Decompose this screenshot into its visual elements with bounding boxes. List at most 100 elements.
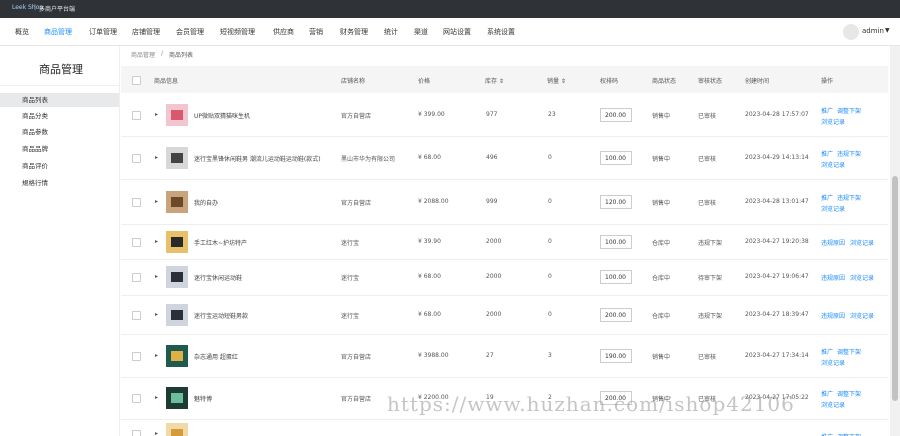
nav-item-channels[interactable]: 渠道 [414, 27, 428, 37]
shop-name: 黑山市华为有限公司 [341, 156, 396, 163]
product-name[interactable]: 迷行宝休闲运动鞋 [194, 273, 242, 282]
select-all-checkbox[interactable] [132, 76, 141, 85]
action-browse-log[interactable]: 浏览记录 [821, 204, 845, 213]
expand-icon[interactable]: ▸ [155, 154, 158, 161]
product-thumbnail[interactable] [166, 304, 188, 326]
product-thumbnail[interactable] [166, 147, 188, 169]
row-checkbox[interactable] [132, 273, 141, 282]
rank-input[interactable]: 100.00 [600, 151, 632, 165]
action-takedown[interactable]: 调整下架 [837, 106, 861, 115]
rank-input[interactable]: 120.00 [600, 195, 632, 209]
nav-item-system-settings[interactable]: 系统设置 [487, 27, 515, 37]
product-name[interactable]: 迷行宝黑锋休闲鞋男 潮流儿运动鞋运动鞋(款式) [194, 154, 321, 163]
action-takedown[interactable]: 调整下架 [837, 389, 861, 398]
action-promote[interactable]: 推广 [821, 389, 833, 398]
action-browse-log[interactable]: 浏览记录 [821, 160, 845, 169]
user-name[interactable]: admin [862, 27, 884, 35]
product-name[interactable]: 我的自办 [194, 198, 218, 207]
expand-icon[interactable]: ▸ [155, 394, 158, 401]
sidebar-item-parameters[interactable]: 商品参数 [0, 125, 119, 139]
sidebar-item-specs[interactable]: 規格行情 [0, 176, 119, 190]
rank-input[interactable]: 190.00 [600, 349, 632, 363]
product-thumbnail[interactable] [166, 266, 188, 288]
row-checkbox[interactable] [132, 154, 141, 163]
avatar[interactable] [843, 24, 859, 40]
col-sales[interactable]: 销量 ⇕ [547, 76, 566, 85]
thumbnail-graphic [171, 429, 183, 436]
chevron-down-icon[interactable]: ▼ [885, 27, 890, 34]
nav-item-orders[interactable]: 订单管理 [89, 27, 117, 37]
row-checkbox[interactable] [132, 394, 141, 403]
product-name[interactable]: 魅特博 [194, 394, 212, 403]
action-browse-log[interactable]: 浏览记录 [850, 238, 874, 247]
nav-item-overview[interactable]: 概览 [15, 27, 29, 37]
stock: 2000 [486, 238, 502, 245]
action-takedown[interactable]: 调整下架 [837, 347, 861, 356]
row-checkbox[interactable] [132, 430, 141, 436]
expand-icon[interactable]: ▸ [155, 111, 158, 118]
row-checkbox[interactable] [132, 352, 141, 361]
action-browse-log[interactable]: 浏览记录 [821, 400, 845, 409]
sidebar-item-product-list[interactable]: 商品列表 [0, 93, 119, 107]
sidebar-item-categories[interactable]: 商品分类 [0, 109, 119, 123]
action-promote[interactable]: 推广 [821, 106, 833, 115]
expand-icon[interactable]: ▸ [155, 273, 158, 280]
rank-input[interactable]: 200.00 [600, 308, 632, 322]
rank-input[interactable]: 100.00 [600, 270, 632, 284]
product-name[interactable]: 手工红木~护坊特产 [194, 238, 247, 247]
vertical-scrollbar[interactable] [890, 46, 900, 436]
action-takedown[interactable]: 违规下架 [837, 193, 861, 202]
product-status: 仓库中 [652, 313, 671, 320]
product-name[interactable]: 杂志通用 超蛋红 [194, 352, 238, 361]
nav-item-suppliers[interactable]: 供应商 [273, 27, 294, 37]
nav-item-marketing[interactable]: 营销 [309, 27, 323, 37]
breadcrumb-current: 商品列表 [169, 52, 194, 59]
product-thumbnail[interactable] [166, 104, 188, 126]
action-violation-reason[interactable]: 违规原因 [821, 273, 845, 282]
action-violation-reason[interactable]: 违规原因 [821, 311, 845, 320]
review-status: 已审核 [698, 156, 717, 163]
nav-item-short-video[interactable]: 短视频管理 [220, 27, 255, 37]
rank-input[interactable]: 100.00 [600, 235, 632, 249]
row-checkbox[interactable] [132, 311, 141, 320]
sidebar-item-brands[interactable]: 商品品牌 [0, 142, 119, 156]
expand-icon[interactable]: ▸ [155, 238, 158, 245]
action-promote[interactable]: 推广 [821, 193, 833, 202]
row-checkbox[interactable] [132, 198, 141, 207]
product-name[interactable]: 迷行宝运动短鞋男款 [194, 311, 248, 320]
action-violation-reason[interactable]: 违规原因 [821, 238, 845, 247]
nav-item-products[interactable]: 商品管理 [44, 27, 72, 37]
price: ¥ 68.00 [418, 311, 441, 318]
expand-icon[interactable]: ▸ [155, 198, 158, 205]
product-thumbnail[interactable] [166, 191, 188, 213]
col-stock[interactable]: 库存 ⇕ [485, 76, 504, 85]
expand-icon[interactable]: ▸ [155, 352, 158, 359]
expand-icon[interactable]: ▸ [155, 311, 158, 318]
nav-item-statistics[interactable]: 统计 [384, 27, 398, 37]
nav-item-site-settings[interactable]: 网站设置 [443, 27, 471, 37]
sidebar-item-reviews[interactable]: 商品评价 [0, 159, 119, 173]
action-browse-log[interactable]: 浏览记录 [850, 273, 874, 282]
product-thumbnail[interactable] [166, 345, 188, 367]
nav-item-shops[interactable]: 店铺管理 [132, 27, 160, 37]
breadcrumb-root[interactable]: 商品管理 [131, 50, 155, 59]
product-thumbnail[interactable] [166, 423, 188, 436]
expand-icon[interactable]: ▸ [155, 430, 158, 436]
action-takedown[interactable]: 违规下架 [837, 149, 861, 158]
nav-item-members[interactable]: 会员管理 [176, 27, 204, 37]
action-browse-log[interactable]: 浏览记录 [850, 311, 874, 320]
rank-input[interactable]: 200.00 [600, 108, 632, 122]
product-thumbnail[interactable] [166, 231, 188, 253]
action-takedown[interactable]: 调整下架 [837, 432, 861, 436]
row-checkbox[interactable] [132, 238, 141, 247]
nav-item-finance[interactable]: 财务管理 [340, 27, 368, 37]
product-thumbnail[interactable] [166, 387, 188, 409]
scrollbar-thumb[interactable] [892, 176, 898, 401]
action-promote[interactable]: 推广 [821, 347, 833, 356]
action-browse-log[interactable]: 浏览记录 [821, 117, 845, 126]
action-promote[interactable]: 推广 [821, 432, 833, 436]
action-promote[interactable]: 推广 [821, 149, 833, 158]
action-browse-log[interactable]: 浏览记录 [821, 358, 845, 367]
product-name[interactable]: UP微贴双猜猫咪生机 [194, 111, 250, 120]
row-checkbox[interactable] [132, 111, 141, 120]
